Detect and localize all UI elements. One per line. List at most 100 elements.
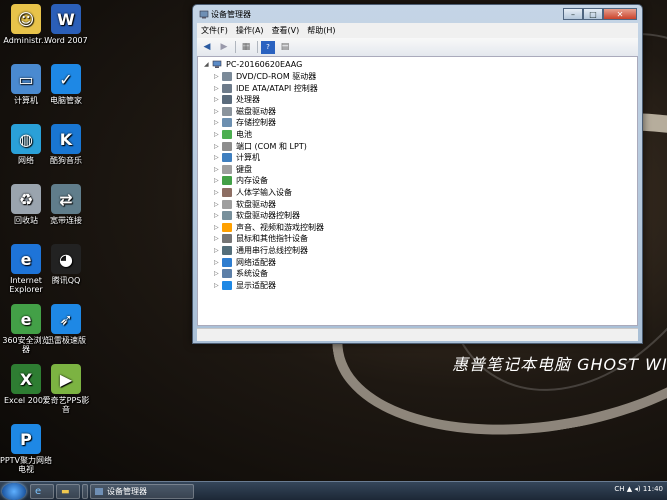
pptv-icon: P [11, 424, 41, 454]
tree-item[interactable]: ▷ 鼠标和其他指针设备 [214, 233, 308, 244]
tree-item[interactable]: ▷ 内存设备 [214, 175, 268, 186]
desktop-icon[interactable]: ▶ 爱奇艺PPS影音 [40, 364, 92, 414]
tree-item-label: 磁盘驱动器 [236, 106, 276, 116]
collapse-arrow-icon[interactable]: ◢ [204, 61, 212, 68]
device-manager-window[interactable]: 设备管理器 – □ ✕ 文件(F) 操作(A) 查看(V) 帮助(H) ◀ ▶ … [192, 4, 643, 344]
help-icon[interactable]: ? [261, 40, 275, 54]
device-category-icon [222, 269, 232, 279]
desktop-icon-label: 电脑管家 [50, 96, 82, 105]
minimize-button[interactable]: – [563, 8, 583, 20]
desktop-icon-label: 爱奇艺PPS影音 [42, 396, 90, 414]
expand-arrow-icon[interactable]: ▷ [214, 119, 222, 126]
tree-item[interactable]: ▷ 软盘驱动器控制器 [214, 210, 300, 221]
expand-arrow-icon[interactable]: ▷ [214, 270, 222, 277]
tree-item-label: 计算机 [236, 153, 260, 163]
desktop-icon[interactable]: W Word 2007 [40, 4, 92, 45]
tree-item[interactable]: ▷ 网络适配器 [214, 257, 276, 268]
system-tray[interactable]: CH ▲ ◂) 11:40 [614, 485, 663, 493]
properties-icon[interactable]: ▦ [239, 41, 253, 54]
menu-view[interactable]: 查看(V) [268, 25, 304, 36]
tree-item[interactable]: ▷ DVD/CD-ROM 驱动器 [214, 71, 316, 82]
expand-arrow-icon[interactable]: ▷ [214, 154, 222, 161]
tree-item[interactable]: ▷ 存储控制器 [214, 117, 276, 128]
expand-arrow-icon[interactable]: ▷ [214, 143, 222, 150]
desktop-icon[interactable]: ✓ 电脑管家 [40, 64, 92, 105]
menu-help[interactable]: 帮助(H) [303, 25, 339, 36]
device-category-icon [222, 176, 232, 186]
tree-item[interactable]: ▷ 软盘驱动器 [214, 199, 276, 210]
device-category-icon [222, 211, 232, 221]
tree-item[interactable]: ▷ 键盘 [214, 164, 252, 175]
expand-arrow-icon[interactable]: ▷ [214, 201, 222, 208]
ie-taskbar-icon[interactable]: e [30, 484, 54, 499]
device-category-icon [222, 188, 232, 197]
start-button[interactable] [2, 483, 26, 500]
tree-root[interactable]: ◢ PC-20160620EAAG [204, 60, 302, 69]
tree-item[interactable]: ▷ 处理器 [214, 94, 260, 105]
media-player-icon[interactable] [82, 484, 88, 499]
tree-item[interactable]: ▷ 显示适配器 [214, 280, 276, 291]
tree-item[interactable]: ▷ 通用串行总线控制器 [214, 245, 308, 256]
tree-item-label: 声音、视频和游戏控制器 [236, 222, 324, 232]
expand-arrow-icon[interactable]: ▷ [214, 247, 222, 254]
tree-item[interactable]: ▷ 计算机 [214, 152, 260, 163]
forward-arrow-icon[interactable]: ▶ [217, 41, 231, 54]
iqiyi-icon: ▶ [51, 364, 81, 394]
tree-item-label: 端口 (COM 和 LPT) [236, 141, 307, 151]
tree-item-label: IDE ATA/ATAPI 控制器 [236, 83, 318, 93]
desktop-icon-label: 腾讯QQ [51, 276, 81, 285]
tree-item[interactable]: ▷ 电池 [214, 129, 252, 140]
expand-arrow-icon[interactable]: ▷ [214, 259, 222, 266]
tree-item[interactable]: ▷ 声音、视频和游戏控制器 [214, 222, 324, 233]
tree-item[interactable]: ▷ 磁盘驱动器 [214, 106, 276, 117]
tree-item[interactable]: ▷ 人体学输入设备 [214, 187, 292, 198]
expand-arrow-icon[interactable]: ▷ [214, 189, 222, 196]
desktop-icon[interactable]: K 酷狗音乐 [40, 124, 92, 165]
expand-arrow-icon[interactable]: ▷ [214, 235, 222, 242]
window-title: 设备管理器 [211, 10, 251, 19]
tree-item-label: 显示适配器 [236, 280, 276, 290]
tree-item[interactable]: ▷ 系统设备 [214, 268, 268, 279]
menu-action[interactable]: 操作(A) [232, 25, 268, 36]
taskbar-device-manager-button[interactable]: 设备管理器 [90, 484, 194, 499]
desktop-icon-label: 迅雷极速版 [46, 336, 86, 345]
tree-item-label: 处理器 [236, 95, 260, 105]
expand-arrow-icon[interactable]: ▷ [214, 212, 222, 219]
device-category-icon [222, 222, 232, 232]
excel-icon: X [11, 364, 41, 394]
folder-taskbar-icon[interactable]: ▬ [56, 484, 80, 499]
expand-arrow-icon[interactable]: ▷ [214, 96, 222, 103]
menu-bar: 文件(F) 操作(A) 查看(V) 帮助(H) [197, 23, 638, 38]
desktop-icon[interactable]: P PPTV聚力网络电视 [0, 424, 52, 474]
computer-icon: ▭ [11, 64, 41, 94]
thunder-icon: ➶ [51, 304, 81, 334]
maximize-button[interactable]: □ [583, 8, 603, 20]
tree-item[interactable]: ▷ IDE ATA/ATAPI 控制器 [214, 83, 318, 94]
device-category-icon [222, 234, 232, 244]
desktop-icon[interactable]: ➶ 迅雷极速版 [40, 304, 92, 345]
view-icon[interactable]: ▤ [278, 41, 292, 54]
close-button[interactable]: ✕ [603, 8, 637, 20]
device-category-icon [222, 280, 232, 290]
status-bar [197, 328, 638, 341]
expand-arrow-icon[interactable]: ▷ [214, 131, 222, 138]
tree-item-label: 鼠标和其他指针设备 [236, 234, 308, 244]
desktop-icon[interactable]: ◕ 腾讯QQ [40, 244, 92, 285]
expand-arrow-icon[interactable]: ▷ [214, 282, 222, 289]
tree-item-label: 键盘 [236, 164, 252, 174]
menu-file[interactable]: 文件(F) [197, 25, 232, 36]
expand-arrow-icon[interactable]: ▷ [214, 166, 222, 173]
tree-item[interactable]: ▷ 端口 (COM 和 LPT) [214, 141, 307, 152]
device-tree[interactable]: ◢ PC-20160620EAAG ▷ DVD/CD-ROM 驱动器 ▷ IDE AT… [197, 56, 638, 326]
expand-arrow-icon[interactable]: ▷ [214, 224, 222, 231]
expand-arrow-icon[interactable]: ▷ [214, 108, 222, 115]
tree-item-label: 人体学输入设备 [236, 188, 292, 197]
device-category-icon [222, 164, 232, 174]
title-bar[interactable]: 设备管理器 – □ ✕ [193, 5, 642, 23]
device-category-icon [222, 153, 232, 163]
expand-arrow-icon[interactable]: ▷ [214, 73, 222, 80]
back-arrow-icon[interactable]: ◀ [200, 41, 214, 54]
expand-arrow-icon[interactable]: ▷ [214, 177, 222, 184]
expand-arrow-icon[interactable]: ▷ [214, 85, 222, 92]
desktop-icon[interactable]: ⇄ 宽带连接 [40, 184, 92, 225]
